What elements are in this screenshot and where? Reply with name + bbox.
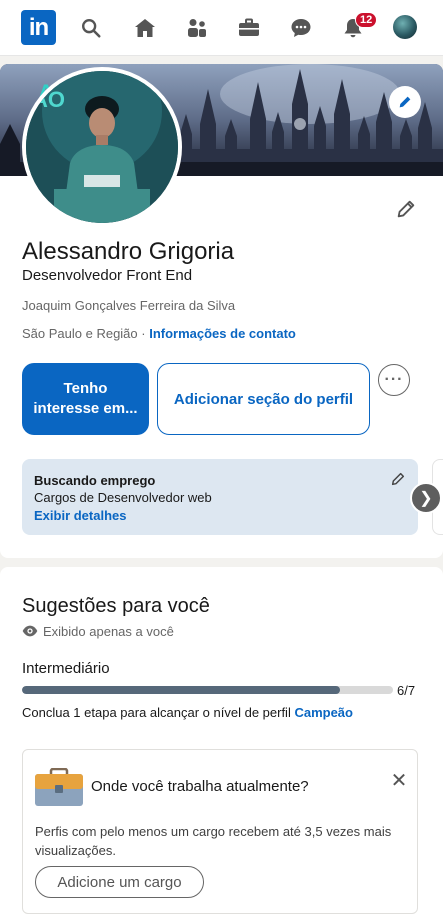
open-to-work-title: Buscando emprego: [34, 473, 156, 488]
pencil-icon: [399, 96, 411, 108]
suggestions-card: Sugestões para você Exibido apenas a voc…: [0, 567, 443, 920]
profile-progress-fill: [22, 686, 340, 694]
profile-progress-bar: [22, 686, 393, 694]
me-avatar[interactable]: [393, 15, 417, 39]
messaging-icon[interactable]: [287, 14, 315, 42]
top-nav: in 12: [0, 0, 443, 56]
carousel-next-button[interactable]: ❯: [410, 482, 442, 514]
suggestions-title: Sugestões para você: [22, 595, 210, 617]
pencil-icon: [397, 200, 415, 218]
linkedin-logo[interactable]: in: [21, 10, 56, 45]
profile-headline: Desenvolvedor Front End: [22, 267, 193, 284]
add-position-button[interactable]: Adicione um cargo: [35, 866, 204, 898]
profile-name: Alessandro Grigoria: [22, 238, 235, 265]
profile-card: AO AO Alessandro Grigoria Desenvolvedor …: [0, 64, 443, 558]
contact-info-link[interactable]: Informações de contato: [149, 326, 296, 341]
level-hint-text: Conclua 1 etapa para alcançar o nível de…: [22, 705, 295, 720]
open-to-work-roles: Cargos de Desenvolvedor web: [34, 490, 212, 505]
chevron-right-icon: ❯: [419, 490, 433, 507]
search-icon[interactable]: [77, 14, 105, 42]
jobs-icon[interactable]: [235, 14, 263, 42]
briefcase-icon: [35, 768, 83, 806]
profile-progress-count: 6/7: [397, 683, 416, 698]
my-network-icon[interactable]: [183, 14, 211, 42]
open-to-work-card[interactable]: Buscando emprego Cargos de Desenvolvedor…: [22, 459, 418, 535]
pencil-icon: [391, 472, 405, 486]
close-icon[interactable]: ✕: [389, 770, 409, 792]
profile-photo[interactable]: AO: [22, 67, 182, 227]
edit-open-to-work-button[interactable]: [388, 469, 408, 489]
profile-photo-art: AO: [26, 71, 178, 223]
prompt-title: Onde você trabalha atualmente?: [91, 778, 309, 795]
home-icon[interactable]: [131, 14, 159, 42]
profile-level: Intermediário: [22, 660, 110, 677]
profile-location-line: São Paulo e Região · Informações de cont…: [22, 326, 296, 341]
eye-icon: [22, 625, 38, 637]
next-level-name: Campeão: [294, 705, 353, 720]
profile-education[interactable]: Joaquim Gonçalves Ferreira da Silva: [22, 298, 235, 313]
notifications-badge: 12: [355, 12, 378, 28]
show-details-link[interactable]: Exibir detalhes: [34, 508, 126, 523]
edit-banner-button[interactable]: [389, 86, 421, 118]
add-profile-section-button[interactable]: Adicionar seção do perfil: [157, 363, 370, 435]
prompt-description: Perfis com pelo menos um cargo recebem a…: [35, 824, 392, 858]
more-actions-button[interactable]: ···: [378, 364, 410, 396]
level-hint: Conclua 1 etapa para alcançar o nível de…: [22, 705, 353, 720]
edit-profile-button[interactable]: [392, 195, 420, 223]
add-position-prompt: Onde você trabalha atualmente? ✕ Perfis …: [22, 749, 418, 914]
open-to-button[interactable]: Tenho interesse em...: [22, 363, 149, 435]
separator-dot: ·: [137, 326, 150, 341]
private-note: Exibido apenas a você: [22, 623, 174, 639]
profile-location: São Paulo e Região: [22, 326, 138, 341]
private-note-text: Exibido apenas a você: [43, 623, 174, 639]
